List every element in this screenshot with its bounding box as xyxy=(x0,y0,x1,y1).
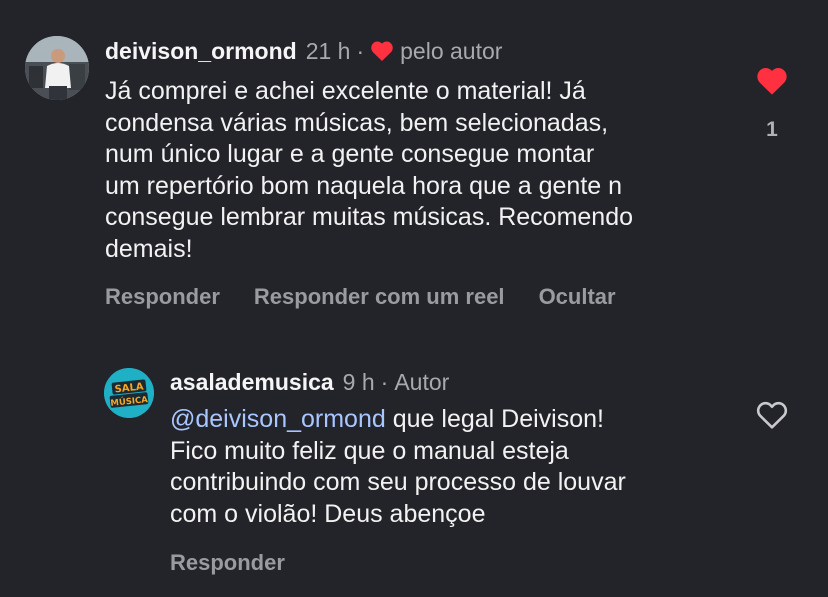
separator-dot: · xyxy=(356,38,365,64)
hide-button[interactable]: Ocultar xyxy=(539,284,616,310)
reply-time: 9 h xyxy=(342,369,375,395)
reply-text: @deivison_ormond que legal Deivison! Fic… xyxy=(170,404,750,530)
reply-text-line: Fico muito feliz que o manual esteja xyxy=(170,436,569,465)
author-badge: Autor xyxy=(394,369,450,395)
reply-username[interactable]: asalademusica xyxy=(170,368,334,396)
heart-outline-icon[interactable] xyxy=(755,400,789,430)
comment-actions: Responder Responder com um reel Ocultar xyxy=(105,284,650,310)
heart-icon xyxy=(370,40,394,62)
sala-musica-logo: SALA MÚSICA xyxy=(104,368,154,418)
avatar-asalademusica[interactable]: SALA MÚSICA xyxy=(104,368,154,418)
like-count[interactable]: 1 xyxy=(766,118,778,142)
reply-with-reel-button[interactable]: Responder com um reel xyxy=(254,284,505,310)
avatar-photo xyxy=(25,36,89,100)
comment-text-line: um repertório bom naquela hora que a gen… xyxy=(105,171,623,200)
reply-text-line: contribuindo com seu processo de louvar xyxy=(170,468,626,496)
liked-by-author-label: pelo autor xyxy=(400,38,503,64)
heart-filled-icon[interactable] xyxy=(755,66,789,96)
comment-time: 21 h xyxy=(305,38,351,64)
comment-username[interactable]: deivison_ormond xyxy=(105,37,297,65)
reply-text-line: com o violão! Deus abençoe xyxy=(170,499,486,528)
comment-text-line: condensa várias músicas, bem selecionada… xyxy=(105,108,609,137)
comment-deivison: deivison_ormond 21 h · pelo autor Já com… xyxy=(0,0,828,330)
reply-header: asalademusica 9 h · Autor xyxy=(170,368,449,396)
comment-text-line: demais! xyxy=(105,234,193,263)
reply-actions: Responder xyxy=(170,550,319,576)
reply-button[interactable]: Responder xyxy=(170,550,285,576)
reply-text-line: @deivison_ormond que legal Deivison! xyxy=(170,404,750,436)
comment-text-line: consegue lembrar muitas músicas. Recomen… xyxy=(105,203,634,231)
comment-text-line: num único lugar e a gente consegue monta… xyxy=(105,140,595,168)
reply-text-rest: que legal Deivison! xyxy=(385,405,604,433)
comment-header: deivison_ormond 21 h · pelo autor xyxy=(105,37,502,65)
comment-text: Já comprei e achei excelente o material!… xyxy=(105,76,745,265)
reply-button[interactable]: Responder xyxy=(105,284,220,310)
comment-text-line: Já comprei e achei excelente o material!… xyxy=(105,77,586,105)
like-column: 1 xyxy=(752,66,792,142)
reply-like-column xyxy=(752,400,792,430)
reply-asalademusica: SALA MÚSICA asalademusica 9 h · Autor @d… xyxy=(0,330,828,597)
mention-link[interactable]: @deivison_ormond xyxy=(170,405,386,433)
avatar-deivison[interactable] xyxy=(25,36,89,100)
separator-dot: · xyxy=(380,369,389,395)
